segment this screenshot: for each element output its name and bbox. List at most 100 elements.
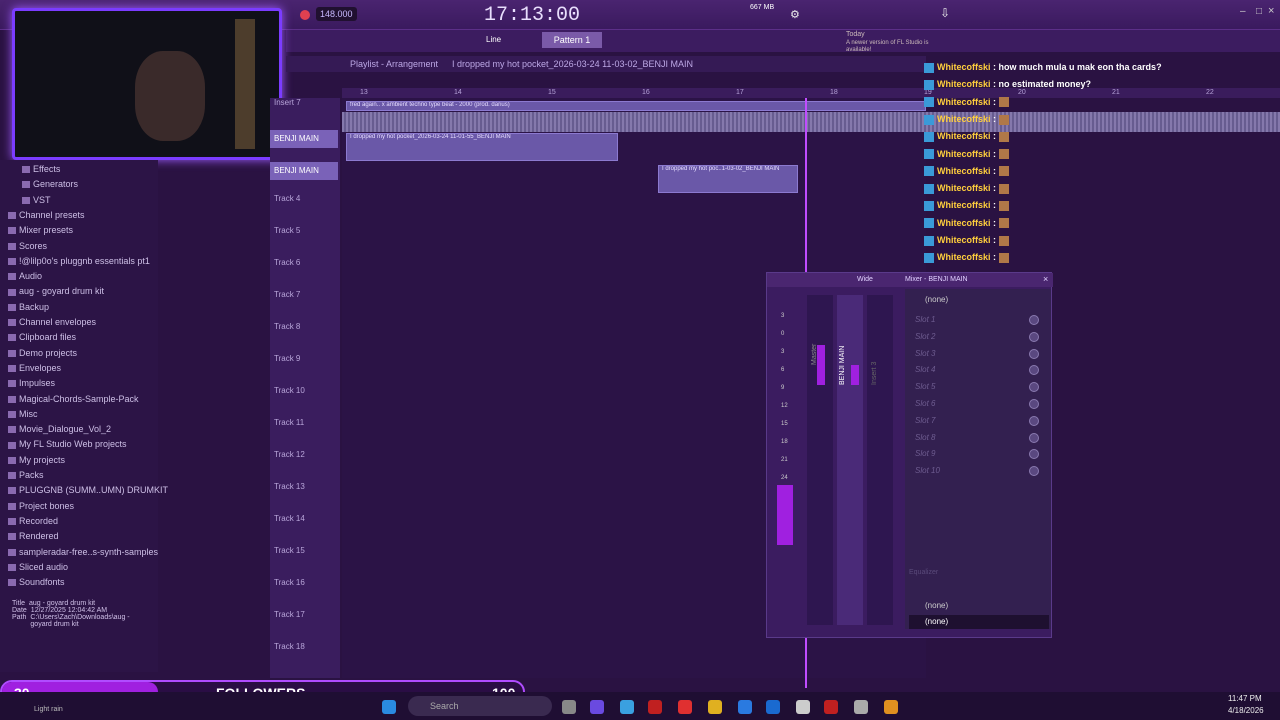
app2-icon[interactable] — [824, 700, 838, 714]
slot-mix-knob[interactable] — [1029, 449, 1039, 460]
clip-hot-pocket-1[interactable]: I dropped my hot pocket_2026-03-24 11-01… — [346, 133, 618, 161]
browser-item[interactable]: Packs — [8, 470, 44, 480]
outlook-icon[interactable] — [766, 700, 780, 714]
chat-username[interactable]: Whitecoffski — [937, 149, 991, 159]
effect-slot[interactable]: Slot 1 — [915, 315, 935, 324]
maximize-icon[interactable]: □ — [1256, 6, 1262, 17]
track-header[interactable]: Track 16 — [274, 578, 305, 587]
browser-item[interactable]: Generators — [22, 179, 78, 189]
browser-item[interactable]: Clipboard files — [8, 332, 76, 342]
chrome-icon[interactable] — [620, 700, 634, 714]
settings-icon[interactable]: ⚙ — [790, 8, 800, 21]
help-icon[interactable] — [738, 700, 752, 714]
download-icon[interactable]: ⇩ — [940, 6, 950, 20]
track-header[interactable]: Track 15 — [274, 546, 305, 555]
clip-ambient[interactable]: fred again.. x ambient techno type beat … — [346, 101, 926, 111]
track-header[interactable]: BENJI MAIN — [270, 162, 338, 180]
track-header[interactable]: Track 12 — [274, 450, 305, 459]
browser-item[interactable]: Channel envelopes — [8, 317, 96, 327]
chat-username[interactable]: Whitecoffski — [937, 79, 991, 89]
track-header[interactable]: Track 8 — [274, 322, 300, 331]
browser-item[interactable]: Rendered — [8, 531, 59, 541]
browser-item[interactable]: Recorded — [8, 516, 58, 526]
browser-item[interactable]: Envelopes — [8, 363, 61, 373]
pattern-select[interactable]: Pattern 1 — [542, 32, 602, 48]
browser-item[interactable]: !@lilp0o's pluggnb essentials pt1 — [8, 256, 150, 266]
effect-slot[interactable]: Slot 8 — [915, 433, 935, 442]
strip-benji-main[interactable]: BENJI MAIN — [837, 295, 863, 625]
slot-mix-knob[interactable] — [1029, 348, 1039, 359]
effect-slot[interactable]: Slot 3 — [915, 349, 935, 358]
update-notice[interactable]: A newer version of FL Studio is availabl… — [846, 40, 936, 54]
chat-username[interactable]: Whitecoffski — [937, 235, 991, 245]
track-header[interactable]: Track 18 — [274, 642, 305, 651]
slot-mix-knob[interactable] — [1029, 365, 1039, 376]
track-header[interactable]: Track 10 — [274, 386, 305, 395]
browser-item[interactable]: My FL Studio Web projects — [8, 439, 127, 449]
taskbar-search[interactable]: Search — [408, 696, 552, 716]
slot-mix-knob[interactable] — [1029, 315, 1039, 325]
slot-mix-knob[interactable] — [1029, 432, 1039, 443]
mixer-output-1[interactable]: (none) — [925, 601, 948, 610]
chat-username[interactable]: Whitecoffski — [937, 131, 991, 141]
slot-mix-knob[interactable] — [1029, 415, 1039, 426]
browser-item[interactable]: Magical-Chords-Sample-Pack — [8, 394, 139, 404]
effect-slot[interactable]: Slot 6 — [915, 399, 935, 408]
track-header[interactable]: Track 11 — [274, 418, 304, 427]
mixer-close-icon[interactable]: × — [1043, 274, 1048, 284]
track-header[interactable]: Track 6 — [274, 258, 300, 267]
start-icon[interactable] — [382, 700, 396, 714]
fl-studio-icon[interactable] — [884, 700, 898, 714]
track-header[interactable]: Track 17 — [274, 610, 305, 619]
effect-slot[interactable]: Slot 7 — [915, 416, 935, 425]
close-icon[interactable]: × — [1268, 5, 1274, 17]
browser-item[interactable]: sampleradar-free..s-synth-samples — [8, 547, 158, 557]
chat-username[interactable]: Whitecoffski — [937, 200, 991, 210]
browser-item[interactable]: Scores — [8, 241, 47, 251]
effect-slot[interactable]: Slot 10 — [915, 466, 940, 475]
track-header[interactable]: BENJI MAIN — [270, 130, 338, 148]
browser-item[interactable]: Audio — [8, 271, 42, 281]
task-view-icon[interactable] — [562, 700, 576, 714]
slot-mix-knob[interactable] — [1029, 331, 1039, 342]
chat-username[interactable]: Whitecoffski — [937, 166, 991, 176]
browser-item[interactable]: My projects — [8, 455, 65, 465]
browser-item[interactable]: Channel presets — [8, 210, 85, 220]
obs-icon[interactable] — [648, 700, 662, 714]
minimize-icon[interactable]: – — [1240, 6, 1246, 17]
browser-item[interactable]: Sliced audio — [8, 562, 68, 572]
browser-item[interactable]: PLUGGNB (SUMM..UMN) DRUMKIT — [8, 485, 168, 495]
browser-item[interactable]: Project bones — [8, 501, 74, 511]
snap-select[interactable]: Line — [486, 35, 501, 44]
mixer-input[interactable]: (none) — [925, 295, 948, 304]
browser-item[interactable]: Backup — [8, 302, 49, 312]
track-header[interactable]: Track 13 — [274, 482, 305, 491]
track-header[interactable]: Track 5 — [274, 226, 300, 235]
strip-insert-3[interactable]: Insert 3 — [867, 295, 893, 625]
folder-icon[interactable] — [708, 700, 722, 714]
mixer-mode[interactable]: Wide — [857, 276, 873, 283]
browser-item[interactable]: Demo projects — [8, 348, 77, 358]
record-icon[interactable] — [300, 10, 310, 20]
app-red-icon[interactable] — [678, 700, 692, 714]
browser-item[interactable]: Movie_Dialogue_Vol_2 — [8, 424, 111, 434]
chat-username[interactable]: Whitecoffski — [937, 183, 991, 193]
chat-username[interactable]: Whitecoffski — [937, 252, 991, 262]
browser-item[interactable]: VST — [22, 195, 51, 205]
clip-hot-pocket-2[interactable]: I dropped my hot poc..1-03-02_BENJI MAIN — [658, 165, 798, 193]
track-header[interactable]: Track 14 — [274, 514, 305, 523]
chat-username[interactable]: Whitecoffski — [937, 62, 991, 72]
chat-username[interactable]: Whitecoffski — [937, 97, 991, 107]
slot-mix-knob[interactable] — [1029, 399, 1039, 409]
track-header[interactable]: Track 4 — [274, 194, 300, 203]
browser-item[interactable]: Effects — [22, 164, 60, 174]
settings-app-icon[interactable] — [796, 700, 810, 714]
browser-item[interactable]: Impulses — [8, 378, 55, 388]
discord-icon[interactable] — [590, 700, 604, 714]
track-header[interactable]: Insert 7 — [274, 98, 301, 107]
browser-item[interactable]: aug - goyard drum kit — [8, 286, 104, 296]
browser-item[interactable]: Misc — [8, 409, 38, 419]
slot-mix-knob[interactable] — [1029, 382, 1039, 393]
effect-slot[interactable]: Slot 5 — [915, 382, 935, 391]
track-header[interactable]: Track 7 — [274, 290, 300, 299]
